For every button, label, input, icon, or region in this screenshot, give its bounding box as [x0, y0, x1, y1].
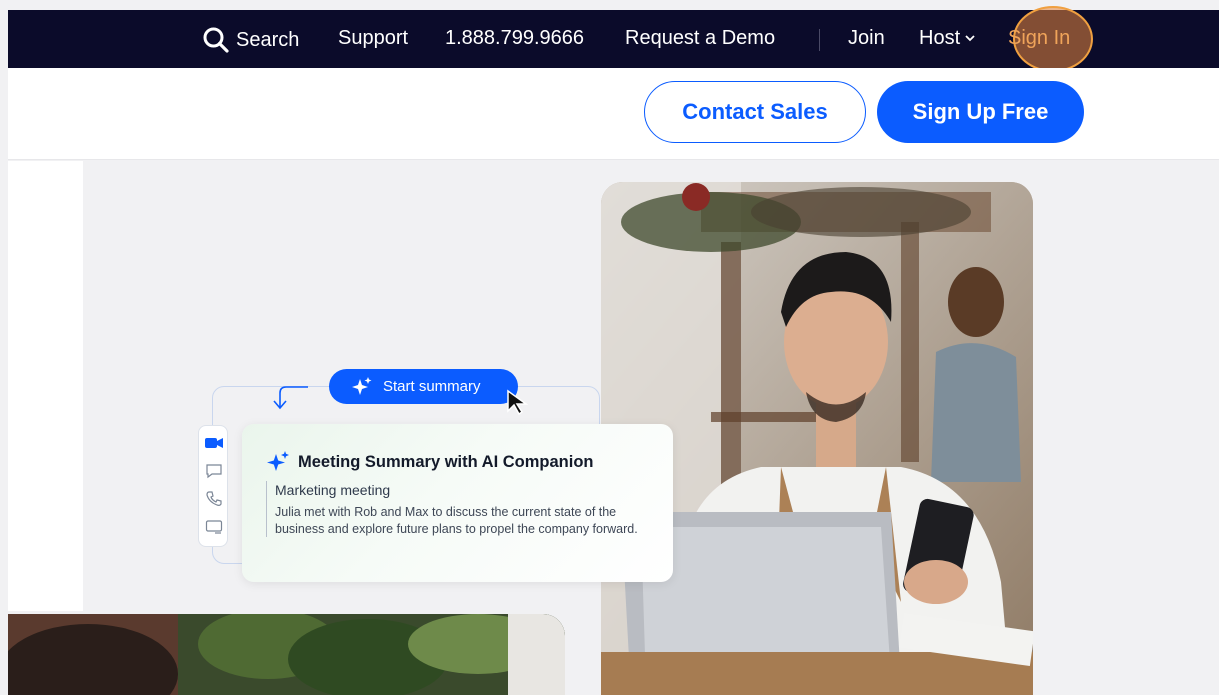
- nav-divider: [819, 29, 820, 51]
- contact-sales-button[interactable]: Contact Sales: [644, 81, 866, 143]
- request-demo-link[interactable]: Request a Demo: [625, 26, 775, 50]
- mouse-cursor-icon: [507, 389, 529, 415]
- flow-arrow-icon: [273, 386, 308, 410]
- join-link[interactable]: Join: [848, 26, 885, 50]
- meeting-summary-text: Julia met with Rob and Max to discuss th…: [275, 505, 638, 536]
- card-body: Marketing meeting Julia met with Rob and…: [266, 481, 651, 537]
- support-link[interactable]: Support: [338, 26, 408, 50]
- start-summary-button[interactable]: Start summary: [329, 369, 518, 404]
- ai-sparkle-icon: [267, 451, 289, 471]
- sign-in-link[interactable]: Sign In: [1008, 26, 1070, 50]
- start-summary-label: Start summary: [383, 378, 481, 395]
- chevron-down-icon: [965, 35, 975, 42]
- search-link[interactable]: Search: [202, 26, 299, 54]
- card-title: Meeting Summary with AI Companion: [298, 452, 594, 471]
- meeting-name: Marketing meeting: [275, 482, 391, 498]
- secondary-photo-plants: [8, 614, 565, 695]
- card-heading: Meeting Summary with AI Companion: [266, 451, 594, 473]
- cta-header: Contact Sales Sign Up Free: [8, 68, 1219, 160]
- host-menu[interactable]: Host: [919, 26, 976, 50]
- sign-up-free-button[interactable]: Sign Up Free: [877, 81, 1084, 143]
- sparkle-icon: [352, 376, 372, 395]
- chat-icon[interactable]: [205, 462, 223, 480]
- phone-link[interactable]: 1.888.799.9666: [445, 26, 584, 50]
- top-nav-bar: Search Support 1.888.799.9666 Request a …: [8, 6, 1219, 72]
- phone-icon[interactable]: [205, 490, 223, 508]
- left-gutter: [8, 161, 83, 611]
- host-label: Host: [919, 27, 961, 49]
- communication-toolbar: [198, 425, 228, 547]
- video-icon[interactable]: [205, 434, 223, 452]
- top-nav: Search Support 1.888.799.9666 Request a …: [8, 10, 1219, 68]
- search-icon: [203, 27, 229, 53]
- search-label: Search: [236, 29, 300, 51]
- meeting-summary-card: Meeting Summary with AI Companion Market…: [242, 424, 673, 582]
- screen-icon[interactable]: [205, 518, 223, 536]
